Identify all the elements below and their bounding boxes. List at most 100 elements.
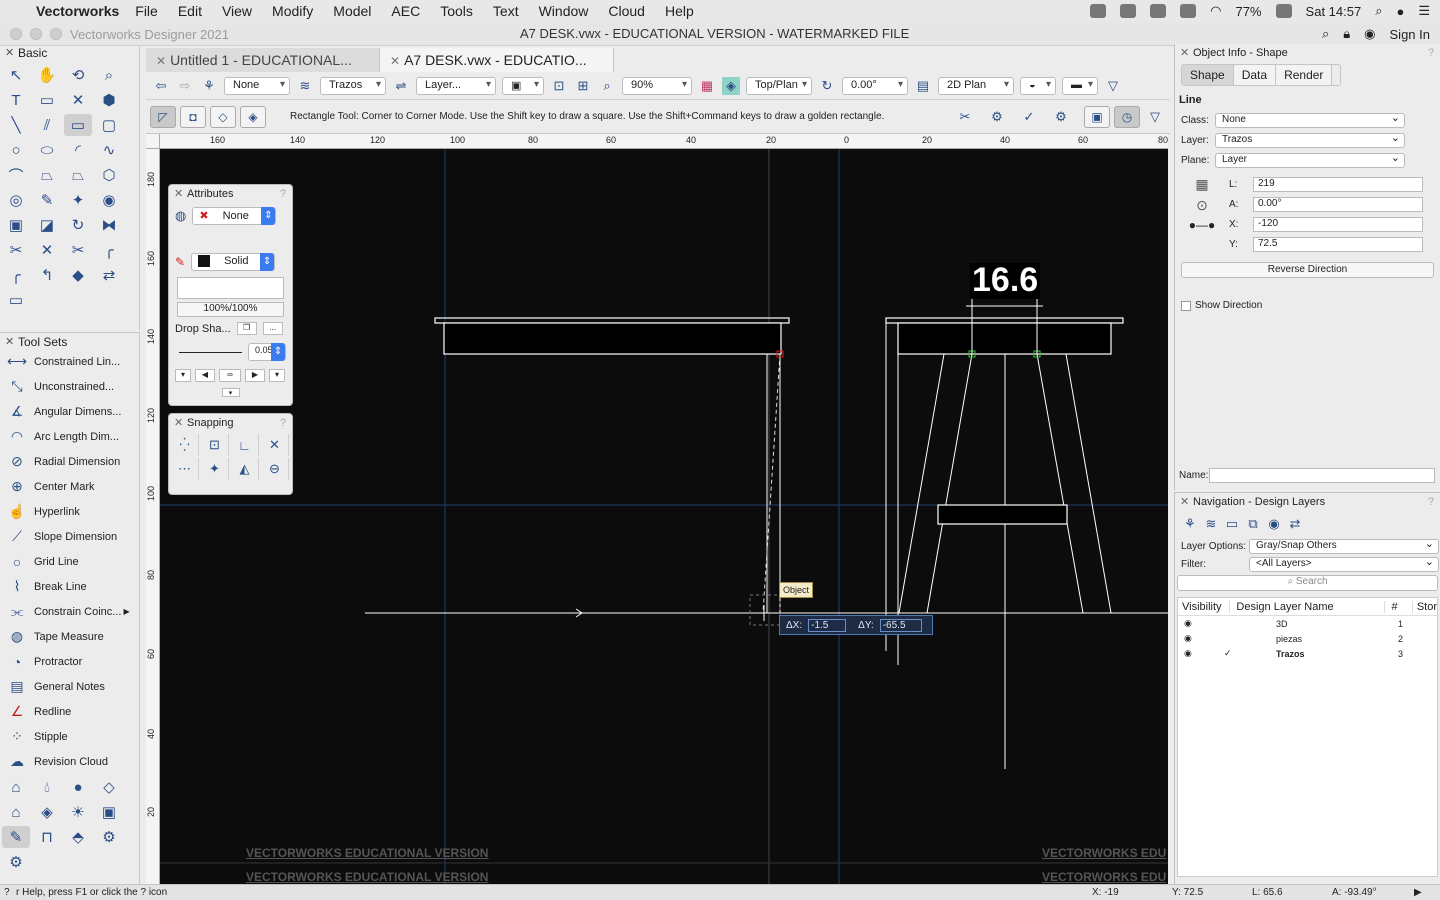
rounded-rectangle-tool-icon[interactable]: ▢	[95, 114, 123, 136]
marker-right-button[interactable]: ▶	[245, 369, 265, 382]
three-point-mode-button[interactable]: ◈	[240, 105, 266, 128]
marker-link-button[interactable]: ∞	[219, 369, 241, 382]
toolset-item[interactable]: ⁘ Stipple	[0, 724, 139, 749]
layer-dropdown[interactable]: Layer...	[416, 76, 496, 95]
toolset-item[interactable]: ∡ Angular Dimens...	[0, 399, 139, 424]
wifi-icon[interactable]: ◠	[1210, 3, 1221, 19]
layer-options-icon[interactable]: ⇌	[392, 77, 410, 95]
active-layer-dropdown[interactable]: Trazos	[320, 76, 386, 95]
eye-icon[interactable]: ◉	[1178, 633, 1232, 644]
spotlight-icon[interactable]: ⌕	[1375, 3, 1382, 19]
polygon-tool-icon[interactable]: ⏢	[33, 164, 61, 186]
app-menu[interactable]: Vectorworks	[36, 3, 119, 19]
dx-field[interactable]: -1.5	[808, 618, 847, 632]
eye-icon[interactable]: ◉	[1178, 618, 1232, 629]
class-dropdown[interactable]: None	[224, 76, 290, 95]
selection-tool-icon[interactable]: ↖	[2, 64, 30, 86]
oval-tool-icon[interactable]: ⬭	[33, 139, 61, 161]
help-icon[interactable]: ?	[280, 414, 286, 432]
view-bar-menu-icon[interactable]: ▽	[1104, 77, 1122, 95]
marker-start-button[interactable]: ▾	[175, 369, 191, 382]
smart-edge-icon[interactable]: ◭	[231, 458, 259, 480]
zoom-icon[interactable]: ⌕	[598, 77, 616, 95]
help-status-icon[interactable]: ?	[4, 887, 10, 898]
dims-notes-toolset-icon[interactable]: ✎	[2, 826, 30, 848]
sheet-layers-tab-icon[interactable]: ▭	[1223, 515, 1241, 533]
battery-percent[interactable]: 77%	[1236, 4, 1262, 19]
plane-dropdown[interactable]: Layer	[1215, 151, 1405, 168]
view-dropdown[interactable]: Top/Plan	[746, 76, 812, 95]
spiral-tool-icon[interactable]: ◎	[2, 189, 30, 211]
close-icon[interactable]: ✕	[1180, 493, 1189, 511]
line-endpoint-icon[interactable]: ●—●	[1189, 218, 1216, 232]
zoom-fit-icon[interactable]: ⊡	[550, 77, 568, 95]
pan-tool-icon[interactable]: ✋	[33, 64, 61, 86]
close-icon[interactable]: ✕	[174, 185, 183, 203]
toolset-item[interactable]: ⟋ Slope Dimension	[0, 524, 139, 549]
site-planning-toolset-icon[interactable]: ●	[64, 776, 92, 798]
reshape-tool-icon[interactable]: ◪	[33, 214, 61, 236]
freehand-tool-icon[interactable]: ∿	[95, 139, 123, 161]
toolset-item[interactable]: ∠ Redline	[0, 699, 139, 724]
marker-end-button[interactable]: ▾	[269, 369, 285, 382]
tab-a7-desk[interactable]: ✕ A7 DESK.vwx - EDUCATIO...	[380, 48, 614, 72]
class-dropdown[interactable]: None	[1215, 111, 1405, 128]
line-tool-icon[interactable]: ╲	[2, 114, 30, 136]
saved-views-dropdown[interactable]: ▣	[502, 76, 544, 95]
toolset-item[interactable]: ○ Grid Line	[0, 549, 139, 574]
toolset-item[interactable]: ⫘ Constrain Coinc... ▶	[0, 599, 139, 624]
attribute-mapping-tool-icon[interactable]: ✦	[64, 189, 92, 211]
table-row[interactable]: ◉ ✓ Trazos 3	[1178, 646, 1437, 661]
fabrication-toolset-icon[interactable]: ⊓	[33, 826, 61, 848]
horizontal-ruler[interactable]: 160 140 120 100 80 60 40 20 0 20 40 60 80	[160, 134, 1168, 149]
snap-to-tangent-icon[interactable]: ⊖	[261, 458, 289, 480]
text-tool-icon[interactable]: T	[2, 89, 30, 111]
menu-text[interactable]: Text	[493, 3, 519, 19]
reverse-direction-button[interactable]: Reverse Direction	[1181, 262, 1434, 278]
help-icon[interactable]: ?	[1428, 44, 1434, 62]
y-field[interactable]: 72.5	[1253, 236, 1423, 252]
search-icon[interactable]: ⌕	[1322, 26, 1329, 42]
snap-to-angle-icon[interactable]: ∟	[231, 434, 259, 456]
forward-icon[interactable]: ⇨	[176, 77, 194, 95]
close-window-button[interactable]	[10, 28, 22, 40]
help-icon[interactable]: ?	[280, 185, 286, 203]
back-icon[interactable]: ⇦	[152, 77, 170, 95]
show-direction-checkbox[interactable]	[1181, 300, 1191, 311]
drop-shadow-settings-button[interactable]: ...	[262, 322, 283, 335]
creative-cloud-icon[interactable]	[1090, 4, 1107, 18]
zoom-tool-icon[interactable]: ⌕	[95, 64, 123, 86]
snap-to-distance-icon[interactable]: ⋯	[171, 458, 199, 480]
expand-palette-button[interactable]: ▾	[221, 388, 240, 397]
menu-modify[interactable]: Modify	[272, 3, 313, 19]
rotate-tool-icon[interactable]: ↻	[64, 214, 92, 236]
layer-search-input[interactable]: ⌕ Search	[1177, 575, 1438, 591]
corner-to-corner-mode-button[interactable]: ◸	[150, 105, 176, 128]
circle-tool-icon[interactable]: ○	[2, 139, 30, 161]
tab-data[interactable]: Data	[1233, 65, 1277, 85]
col-number[interactable]: #	[1385, 600, 1413, 613]
menu-help[interactable]: Help	[665, 3, 694, 19]
menu-tools[interactable]: Tools	[440, 3, 473, 19]
render-mode-dropdown[interactable]: 2D Plan	[938, 76, 1014, 95]
rotate-plan-icon[interactable]: ↻	[818, 77, 836, 95]
layers-icon[interactable]: ≋	[296, 77, 314, 95]
tab-render[interactable]: Render	[1276, 65, 1333, 85]
drop-shadow-toggle[interactable]: ❐	[236, 322, 257, 335]
notification-center-icon[interactable]: ☰	[1418, 3, 1430, 19]
menu-view[interactable]: View	[222, 3, 252, 19]
toolset-item[interactable]: ⟷ Constrained Lin...	[0, 349, 139, 374]
col-design-layer-name[interactable]: Design Layer Name	[1230, 600, 1386, 613]
plane-icon[interactable]: ◈	[722, 76, 740, 95]
visualization-toolset-icon[interactable]: ◈	[33, 801, 61, 823]
screen-plane-button[interactable]: ▣	[1084, 105, 1110, 128]
landscape-toolset-icon[interactable]: ◇	[95, 776, 123, 798]
menu-edit[interactable]: Edit	[178, 3, 202, 19]
menu-cloud[interactable]: Cloud	[608, 3, 645, 19]
siri-icon[interactable]: ●	[1396, 4, 1404, 19]
regular-polygon-tool-icon[interactable]: ⬡	[95, 164, 123, 186]
toolset-item[interactable]: ◠ Arc Length Dim...	[0, 424, 139, 449]
fillet-tool-icon[interactable]: ╭	[95, 239, 123, 261]
double-polygon-tool-icon[interactable]: ⏢	[64, 164, 92, 186]
battery-icon[interactable]	[1275, 4, 1292, 18]
